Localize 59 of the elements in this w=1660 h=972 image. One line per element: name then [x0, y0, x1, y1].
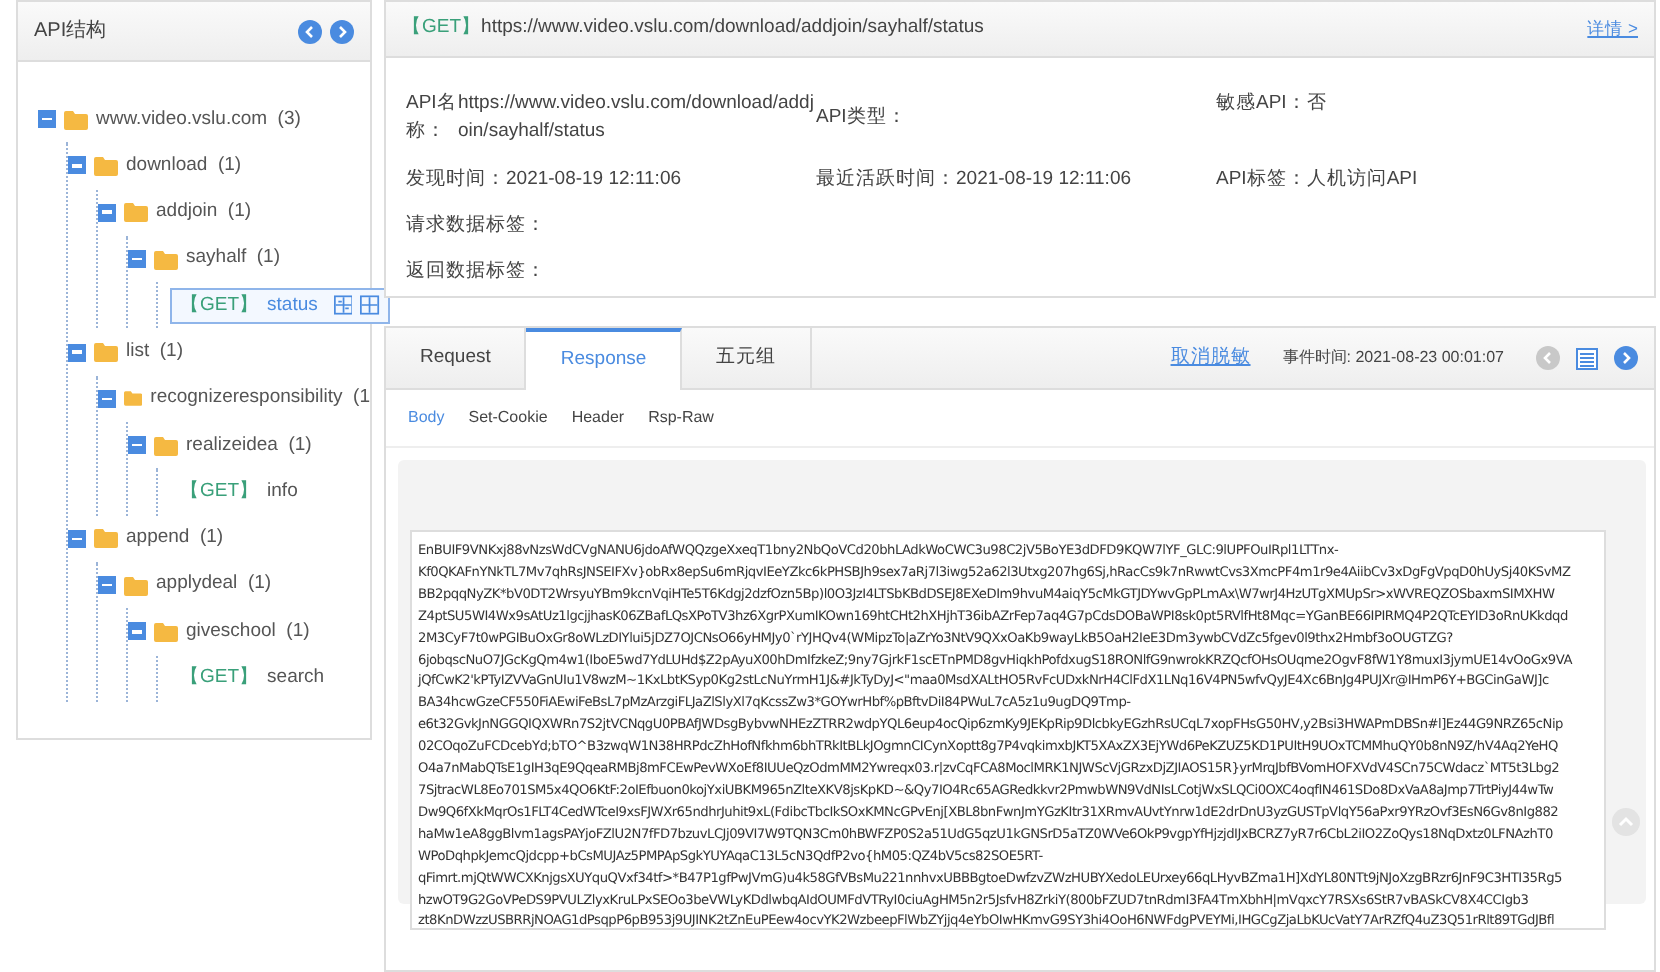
- collapse-toggle[interactable]: [68, 156, 86, 175]
- tree-item[interactable]: download (1): [126, 151, 242, 181]
- field-label: API标签：: [1216, 165, 1307, 193]
- field-value: 2021-08-19 12:11:06: [506, 165, 684, 193]
- tree-item[interactable]: sayhalf (1): [186, 244, 280, 274]
- panel-title: API结构: [34, 17, 107, 46]
- folder-icon: [124, 202, 148, 223]
- subtab[interactable]: Body: [408, 406, 445, 430]
- folder-icon: [94, 528, 118, 549]
- folder-icon: [154, 621, 178, 642]
- collapse-toggle[interactable]: [68, 343, 86, 362]
- collapse-toggle[interactable]: [98, 389, 116, 408]
- collapse-toggle[interactable]: [128, 436, 146, 455]
- endpoint-item[interactable]: 【GET】 search: [170, 660, 335, 697]
- field-label: 请求数据标签：: [406, 211, 546, 240]
- tree-item[interactable]: list (1): [126, 338, 183, 367]
- tab[interactable]: 五元组: [682, 328, 813, 388]
- api-title: 【GET】https://www.video.vslu.com/download/addjoin/sayhalf/status: [402, 14, 984, 43]
- field-label: 最近活跃时间：: [816, 165, 956, 193]
- field-value: 2021-08-19 12:11:06: [956, 165, 1134, 193]
- subtab[interactable]: Header: [571, 406, 625, 430]
- collapse-toggle[interactable]: [98, 576, 116, 595]
- field-value: https://www.video.vslu.com/download/addjoin/sayhalf/status: [458, 90, 816, 147]
- collapse-toggle[interactable]: [38, 110, 56, 129]
- next-button[interactable]: [330, 19, 354, 43]
- tree-item[interactable]: applydeal (1): [156, 570, 272, 600]
- tree-item[interactable]: append (1): [126, 524, 224, 553]
- collapse-toggle[interactable]: [128, 250, 146, 269]
- list-icon[interactable]: [1576, 347, 1598, 369]
- field-value: 人机访问API: [1306, 165, 1420, 193]
- field-label: 发现时间：: [406, 165, 506, 193]
- folder-icon: [94, 155, 118, 176]
- event-time: 事件时间: 2021-08-23 00:01:07: [1282, 346, 1504, 370]
- folder-icon: [64, 109, 88, 130]
- field-label: API名称：: [406, 90, 458, 147]
- subtab[interactable]: Rsp-Raw: [648, 406, 714, 430]
- field-label: API类型：: [816, 104, 907, 133]
- subtab[interactable]: Set-Cookie: [468, 406, 548, 430]
- collapse-toggle[interactable]: [128, 622, 146, 641]
- grid-icon[interactable]: [333, 294, 353, 317]
- tree-item[interactable]: addjoin (1): [156, 198, 252, 227]
- collapse-toggle[interactable]: [68, 529, 86, 548]
- tree-item[interactable]: www.video.vslu.com (3): [96, 105, 301, 134]
- folder-icon: [154, 249, 178, 270]
- field-label: 敏感API：: [1216, 90, 1307, 118]
- tree-item[interactable]: giveschool (1): [186, 617, 310, 647]
- grid-icon[interactable]: [360, 294, 380, 317]
- endpoint-item[interactable]: 【GET】 info: [170, 473, 308, 511]
- tree-item[interactable]: recognizeresponsibility (1: [150, 384, 370, 414]
- tree-item[interactable]: realizeidea (1): [186, 431, 312, 460]
- folder-icon: [124, 575, 148, 596]
- folder-icon: [154, 435, 178, 456]
- field-value: 否: [1306, 90, 1329, 118]
- field-label: 返回数据标签：: [406, 258, 546, 286]
- folder-icon: [94, 342, 118, 363]
- next-button[interactable]: [1614, 346, 1638, 370]
- folder-icon: [124, 388, 143, 409]
- collapse-toggle[interactable]: [98, 203, 116, 222]
- previous-button[interactable]: [298, 19, 322, 43]
